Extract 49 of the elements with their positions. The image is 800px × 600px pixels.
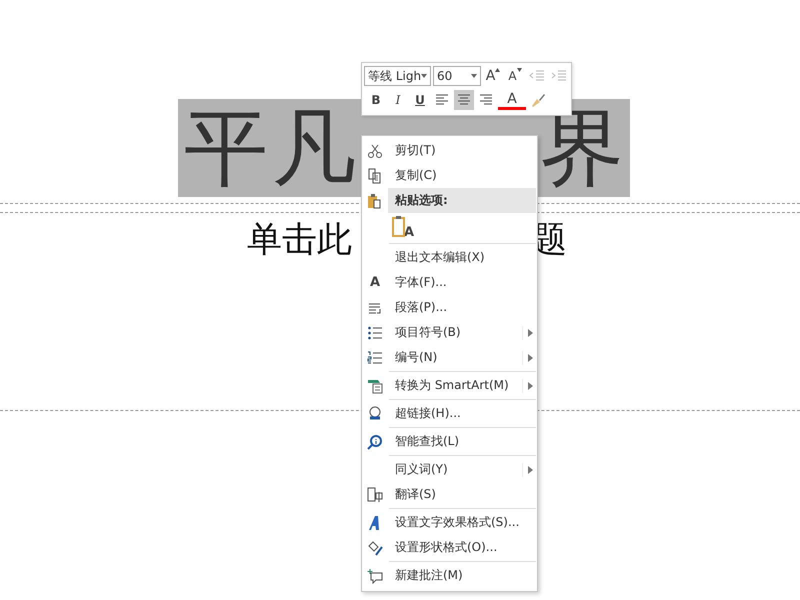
font-size-dropdown[interactable]: 60 [433,66,481,86]
menu-section-header: 粘贴选项: [388,188,536,213]
smartart-icon [367,378,383,394]
search-icon [367,434,383,450]
slide-subtitle[interactable]: 单击此 [247,218,352,262]
menu-item[interactable]: 转换为 SmartArt(M) [362,370,537,398]
menu-item[interactable]: 退出文本编辑(X) [362,242,537,270]
align-center-button[interactable] [454,90,474,110]
comment-icon [367,568,383,584]
caret-icon [471,74,477,78]
font-name-dropdown[interactable]: 等线 Ligh [364,66,432,86]
translate-icon [367,486,383,502]
font-color-button[interactable]: A [498,90,526,110]
grow-font-button[interactable]: A [483,66,503,86]
menu-item[interactable]: 设置文字效果格式(S)... [362,507,537,535]
menu-item[interactable]: 超链接(H)... [362,398,537,426]
shape-format-icon [367,540,383,556]
bullet-list-icon [367,324,383,340]
down-caret-icon [516,68,522,72]
bold-button[interactable]: B [366,90,386,110]
hyperlink-icon [367,406,383,422]
up-caret-icon [495,68,500,72]
menu-item[interactable]: 新建批注(M) [362,560,537,588]
slide-title[interactable]: 平凡 [184,99,360,197]
shrink-font-button[interactable]: A [505,66,525,86]
menu-item[interactable]: 智能查找(L) [362,426,537,454]
submenu-arrow-icon [528,354,532,362]
menu-item[interactable]: 设置形状格式(O)... [362,535,537,560]
slide-title[interactable]: 界 [540,99,628,197]
clipboard-icon [367,192,383,208]
menu-item[interactable]: 段落(P)... [362,295,537,320]
font-icon: A [370,275,380,290]
italic-button[interactable]: I [388,90,408,110]
menu-item[interactable]: 编号(N) [362,345,537,370]
scissors-icon [367,142,383,158]
submenu-arrow-icon [528,328,532,336]
submenu-arrow-icon [528,382,532,390]
numbered-list-icon [367,350,383,366]
menu-item[interactable]: 复制(C) [362,163,537,188]
submenu-arrow-icon [528,466,532,474]
caret-icon [421,74,428,78]
copy-icon [367,168,383,184]
keep-text-only-button[interactable]: A [392,215,414,240]
menu-item[interactable]: 同义词(Y) [362,454,537,482]
menu-item[interactable]: 翻译(S) [362,482,537,507]
menu-item[interactable]: 剪切(T) [362,138,537,163]
menu-item[interactable]: A 字体(F)... [362,270,537,295]
menu-item[interactable]: 项目符号(B) [362,320,537,345]
underline-button[interactable]: U [410,90,430,110]
